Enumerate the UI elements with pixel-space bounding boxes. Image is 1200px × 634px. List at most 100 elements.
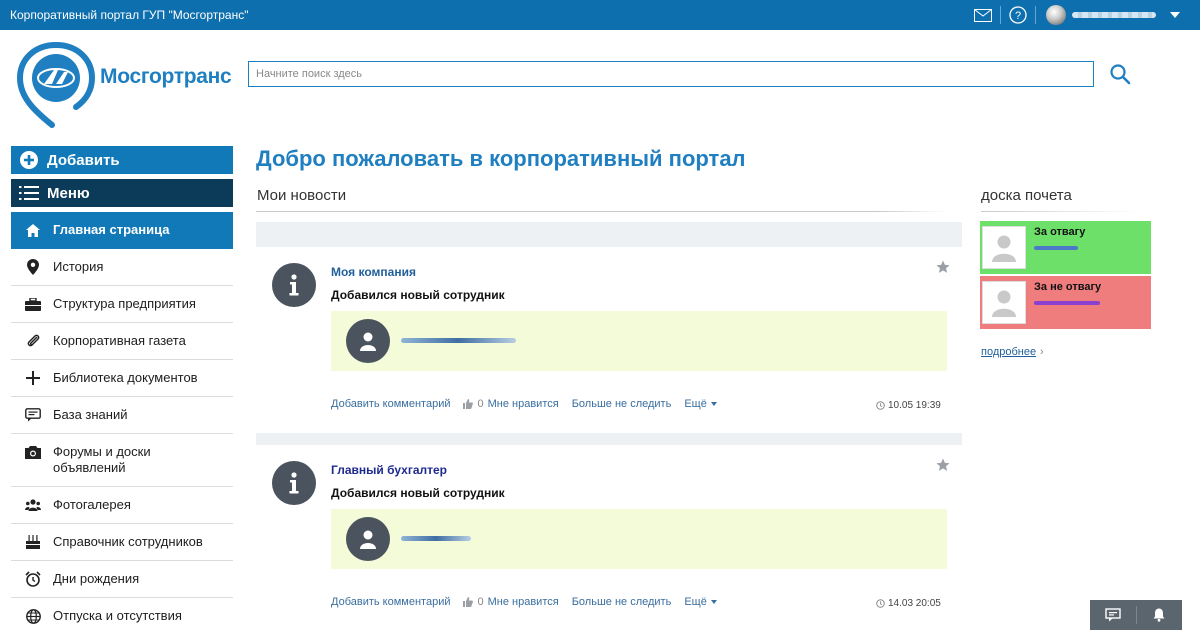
top-bar: Корпоративный портал ГУП "Мосгортранс" ?	[0, 0, 1200, 30]
page-title: Добро пожаловать в корпоративный портал	[256, 146, 746, 171]
menu-button[interactable]: Меню	[11, 179, 233, 207]
avatar[interactable]	[346, 319, 390, 363]
sidebar-item-directory[interactable]: Справочник сотрудников	[11, 524, 233, 561]
unfollow-link[interactable]: Больше не следить	[572, 398, 672, 410]
honor-person-name-blurred[interactable]	[1034, 246, 1078, 250]
add-button[interactable]: Добавить	[11, 146, 233, 174]
map-pin-icon	[25, 259, 41, 275]
sidebar-item-label: Библиотека документов	[53, 370, 198, 385]
sidebar-item-home[interactable]: Главная страница	[11, 212, 233, 249]
star-icon[interactable]	[936, 260, 950, 274]
messenger-button[interactable]	[1090, 600, 1136, 630]
post-subtitle: Добавился новый сотрудник	[331, 288, 505, 302]
clock-icon	[876, 401, 885, 410]
person-placeholder-icon	[982, 281, 1026, 324]
like-count: 0	[477, 596, 484, 608]
more-dropdown[interactable]: Ещё	[684, 398, 717, 410]
honor-entry[interactable]: За не отвагу	[980, 276, 1151, 329]
add-comment-link[interactable]: Добавить комментарий	[331, 596, 450, 608]
honor-person-name-blurred[interactable]	[1034, 301, 1100, 305]
post-actions: Добавить комментарий 0 Мне нравится Боль…	[331, 398, 730, 410]
unfollow-link[interactable]: Больше не следить	[572, 596, 672, 608]
post-author-link[interactable]: Главный бухгалтер	[331, 463, 447, 477]
feed-post: Главный бухгалтер Добавился новый сотруд…	[256, 453, 962, 628]
paperclip-icon	[25, 333, 41, 349]
portal-title: Корпоративный портал ГУП "Мосгортранс"	[10, 8, 249, 22]
info-icon	[272, 263, 316, 307]
user-name-blurred[interactable]	[1072, 12, 1156, 18]
employee-name-blurred[interactable]	[401, 338, 516, 343]
add-button-label: Добавить	[47, 151, 120, 169]
post-time: 14.03 20:05	[888, 598, 941, 609]
briefcase-icon	[25, 296, 41, 312]
sidebar-item-label: Структура предприятия	[53, 296, 196, 311]
sidebar-item-vacations[interactable]: Отпуска и отсутствия	[11, 598, 233, 634]
bell-icon	[1153, 608, 1165, 622]
logo-mark-icon	[16, 42, 96, 128]
chevron-down-icon[interactable]	[1170, 12, 1180, 18]
mail-icon[interactable]	[972, 4, 994, 26]
sidebar-item-label: База знаний	[53, 407, 128, 422]
chevron-right-icon: ›	[1040, 346, 1044, 358]
honor-board-title: доска почета	[981, 187, 1072, 204]
svg-text:?: ?	[1015, 10, 1021, 22]
sidebar-item-history[interactable]: История	[11, 249, 233, 286]
sidebar-item-structure[interactable]: Структура предприятия	[11, 286, 233, 323]
notifications-button[interactable]	[1136, 600, 1182, 630]
like-button[interactable]: 0 Мне нравится	[463, 596, 559, 608]
plus-icon	[25, 370, 41, 386]
search-button[interactable]	[1108, 62, 1136, 90]
new-employee-card	[331, 509, 947, 569]
sidebar-item-forums[interactable]: Форумы и доски объявлений	[11, 434, 233, 487]
post-actions: Добавить комментарий 0 Мне нравится Боль…	[331, 596, 730, 608]
post-subtitle: Добавился новый сотрудник	[331, 486, 505, 500]
company-logo[interactable]: Мосгортранс	[16, 40, 236, 130]
topbar-controls: ?	[966, 0, 1200, 30]
star-icon[interactable]	[936, 458, 950, 472]
feed-separator	[256, 433, 962, 445]
sidebar-item-label: Фотогалерея	[53, 497, 131, 512]
honor-entry-label: За не отвагу	[1034, 281, 1102, 293]
search-input[interactable]	[248, 61, 1094, 87]
sidebar-item-knowledge-base[interactable]: База знаний	[11, 397, 233, 434]
employee-name-blurred[interactable]	[401, 536, 471, 541]
menu-button-label: Меню	[47, 184, 90, 202]
post-timestamp: 10.05 19:39	[876, 400, 941, 411]
like-count: 0	[477, 398, 484, 410]
honor-more-link[interactable]: подробнее	[981, 346, 1036, 358]
section-divider	[256, 211, 946, 212]
more-dropdown[interactable]: Ещё	[684, 596, 717, 608]
list-icon	[11, 185, 47, 201]
sidebar-item-gallery[interactable]: Фотогалерея	[11, 487, 233, 524]
new-employee-card	[331, 311, 947, 371]
topbar-divider	[1035, 6, 1036, 24]
sidebar-item-label: Корпоративная газета	[53, 333, 186, 348]
sidebar-item-newspaper[interactable]: Корпоративная газета	[11, 323, 233, 360]
like-label: Мне нравится	[487, 398, 559, 410]
home-icon	[25, 222, 41, 238]
users-icon	[25, 497, 41, 513]
sidebar-item-label: Дни рождения	[53, 571, 140, 586]
sidebar: Добавить Меню Главная страница История С…	[11, 146, 233, 634]
like-button[interactable]: 0 Мне нравится	[463, 398, 559, 410]
alarm-clock-icon	[25, 571, 41, 587]
avatar[interactable]	[346, 517, 390, 561]
sidebar-item-library[interactable]: Библиотека документов	[11, 360, 233, 397]
post-author-link[interactable]: Моя компания	[331, 265, 416, 279]
globe-icon	[25, 608, 41, 624]
add-comment-link[interactable]: Добавить комментарий	[331, 398, 450, 410]
topbar-divider	[1000, 6, 1001, 24]
bottom-toolbar	[1090, 600, 1182, 630]
honor-entry-label: За отвагу	[1034, 226, 1086, 238]
plus-circle-icon	[11, 150, 47, 170]
sidebar-item-birthdays[interactable]: Дни рождения	[11, 561, 233, 598]
sidebar-item-label: Форумы и доски объявлений	[53, 444, 151, 475]
camera-icon	[25, 444, 41, 460]
sidebar-item-label: Справочник сотрудников	[53, 534, 203, 549]
sidebar-item-label: Отпуска и отсутствия	[53, 608, 182, 623]
user-avatar[interactable]	[1046, 5, 1066, 25]
help-icon[interactable]: ?	[1007, 4, 1029, 26]
honor-entry[interactable]: За отвагу	[980, 221, 1151, 274]
cake-icon	[25, 534, 41, 550]
search-icon	[1110, 64, 1131, 85]
